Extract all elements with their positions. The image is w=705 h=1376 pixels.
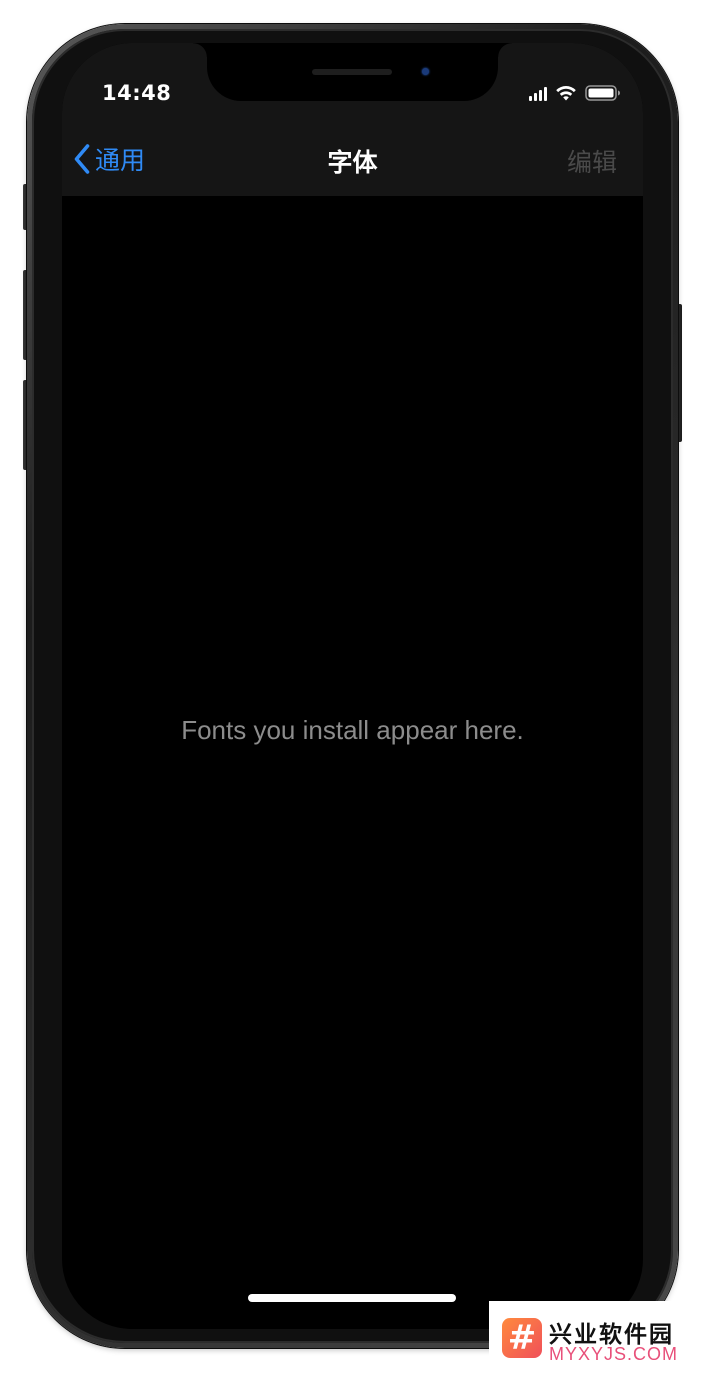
watermark: # 兴业软件园 MYXYJS.COM: [489, 1301, 705, 1376]
phone-screen: 14:48 通用 字体 编辑 Fonts you install appear …: [62, 43, 643, 1329]
page: 14:48 通用 字体 编辑 Fonts you install appear …: [0, 0, 705, 1376]
cellular-signal-icon: [529, 87, 547, 101]
status-icons: [529, 85, 621, 101]
home-indicator[interactable]: [248, 1294, 456, 1302]
status-time: 14:48: [102, 81, 172, 105]
edit-button[interactable]: 编辑: [567, 143, 617, 179]
page-title: 字体: [327, 148, 378, 177]
navigation-bar: 14:48 通用 字体 编辑: [62, 43, 643, 196]
watermark-logo: #: [502, 1318, 542, 1358]
notch: [193, 43, 512, 101]
front-camera: [422, 68, 429, 75]
watermark-url: MYXYJS.COM: [549, 1344, 679, 1364]
empty-state-message: Fonts you install appear here.: [181, 715, 524, 745]
earpiece-speaker: [312, 69, 392, 75]
wifi-icon: [555, 85, 577, 101]
battery-icon: [585, 85, 621, 101]
